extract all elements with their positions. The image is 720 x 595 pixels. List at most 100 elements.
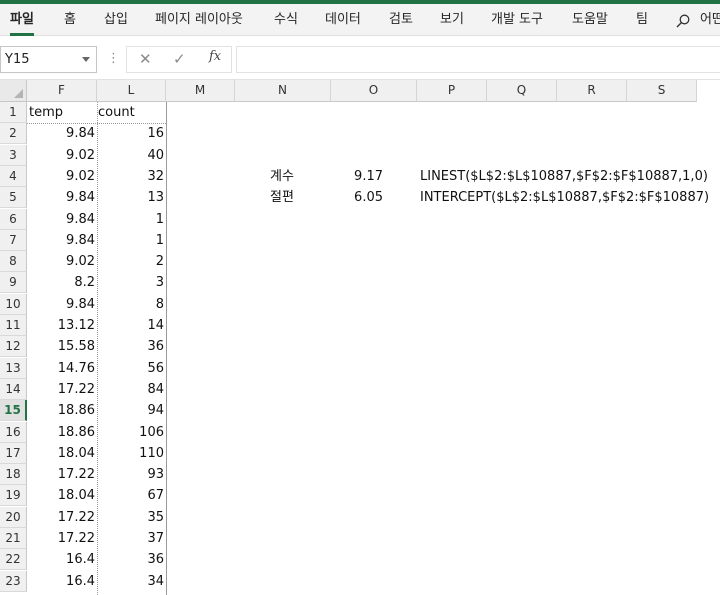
row-header-16[interactable]: 16 bbox=[0, 421, 27, 443]
cell-L23[interactable]: 34 bbox=[97, 571, 166, 592]
row-header-4[interactable]: 4 bbox=[0, 165, 27, 187]
tab-developer[interactable]: 개발 도구 bbox=[491, 4, 543, 36]
column-header-f[interactable]: F bbox=[27, 80, 97, 102]
cell-F23[interactable]: 16.4 bbox=[27, 571, 97, 592]
cell-L2[interactable]: 16 bbox=[97, 123, 166, 144]
row-header-22[interactable]: 22 bbox=[0, 549, 27, 571]
row-header-23[interactable]: 23 bbox=[0, 570, 27, 592]
cell-F21[interactable]: 17.22 bbox=[27, 528, 97, 549]
cell-L15[interactable]: 94 bbox=[97, 400, 166, 421]
cell-F16[interactable]: 18.86 bbox=[27, 422, 97, 443]
cell-F18[interactable]: 17.22 bbox=[27, 464, 97, 485]
name-box[interactable]: Y15 bbox=[0, 46, 97, 73]
cell-L10[interactable]: 8 bbox=[97, 294, 166, 315]
row-header-19[interactable]: 19 bbox=[0, 485, 27, 507]
cell-L7[interactable]: 1 bbox=[97, 230, 166, 251]
cell-L17[interactable]: 110 bbox=[97, 443, 166, 464]
cell-F14[interactable]: 17.22 bbox=[27, 379, 97, 400]
column-header-s[interactable]: S bbox=[627, 80, 697, 102]
row-header-1[interactable]: 1 bbox=[0, 102, 27, 123]
row-header-11[interactable]: 11 bbox=[0, 315, 27, 336]
row-header-7[interactable]: 7 bbox=[0, 229, 27, 251]
enter-icon[interactable]: ✓ bbox=[173, 47, 186, 72]
row-header-5[interactable]: 5 bbox=[0, 187, 27, 209]
cell-F15[interactable]: 18.86 bbox=[27, 400, 97, 421]
cell-L22[interactable]: 36 bbox=[97, 549, 166, 570]
row-header-9[interactable]: 9 bbox=[0, 272, 27, 294]
cell-F1[interactable]: temp bbox=[27, 102, 97, 123]
cell-O4[interactable]: 9.17 bbox=[333, 166, 385, 187]
cell-L11[interactable]: 14 bbox=[97, 315, 166, 336]
search-icon[interactable] bbox=[676, 14, 690, 28]
row-header-17[interactable]: 17 bbox=[0, 442, 27, 464]
cell-L20[interactable]: 35 bbox=[97, 507, 166, 528]
row-header-18[interactable]: 18 bbox=[0, 464, 27, 486]
cell-F7[interactable]: 9.84 bbox=[27, 230, 97, 251]
cell-F10[interactable]: 9.84 bbox=[27, 294, 97, 315]
column-header-q[interactable]: Q bbox=[487, 80, 557, 102]
row-header-12[interactable]: 12 bbox=[0, 336, 27, 358]
cell-F11[interactable]: 13.12 bbox=[27, 315, 97, 336]
cell-F22[interactable]: 16.4 bbox=[27, 549, 97, 570]
worksheet-grid[interactable]: FLMNOPQRS 1 2 3 4 5 6 7 8 9 10 11 12 13 14 15 16 17 18 19 2… bbox=[0, 80, 720, 595]
column-header-o[interactable]: O bbox=[331, 80, 417, 102]
tab-help[interactable]: 도움말 bbox=[572, 4, 608, 36]
tab-home[interactable]: 홈 bbox=[64, 4, 76, 36]
cancel-icon[interactable]: ✕ bbox=[139, 47, 152, 72]
cell-L6[interactable]: 1 bbox=[97, 209, 166, 230]
cell-F5[interactable]: 9.84 bbox=[27, 187, 97, 208]
cell-N4[interactable]: 계수 bbox=[268, 166, 318, 187]
cell-F3[interactable]: 9.02 bbox=[27, 145, 97, 166]
cell-L16[interactable]: 106 bbox=[97, 422, 166, 443]
cell-L1[interactable]: count bbox=[96, 102, 166, 123]
cell-F4[interactable]: 9.02 bbox=[27, 166, 97, 187]
column-header-n[interactable]: N bbox=[235, 80, 331, 102]
tab-file[interactable]: 파일 bbox=[10, 4, 34, 36]
tab-data[interactable]: 데이터 bbox=[325, 4, 361, 36]
cell-L14[interactable]: 84 bbox=[97, 379, 166, 400]
column-header-m[interactable]: M bbox=[166, 80, 235, 102]
select-all-button[interactable] bbox=[0, 80, 27, 102]
cell-L3[interactable]: 40 bbox=[97, 145, 166, 166]
cell-L19[interactable]: 67 bbox=[97, 485, 166, 506]
tab-formulas[interactable]: 수식 bbox=[274, 4, 298, 36]
cell-F8[interactable]: 9.02 bbox=[27, 251, 97, 272]
insert-function-icon[interactable]: fx bbox=[209, 49, 221, 64]
tell-me-label[interactable]: 어떤 bbox=[700, 4, 720, 36]
cell-L8[interactable]: 2 bbox=[97, 251, 166, 272]
column-header-r[interactable]: R bbox=[557, 80, 627, 102]
column-header-p[interactable]: P bbox=[417, 80, 487, 102]
row-header-13[interactable]: 13 bbox=[0, 357, 27, 379]
cell-P4[interactable]: LINEST($L$2:$L$10887,$F$2:$F$10887,1,0) bbox=[418, 166, 708, 187]
cell-L4[interactable]: 32 bbox=[97, 166, 166, 187]
tab-team[interactable]: 팀 bbox=[636, 4, 648, 36]
cell-L12[interactable]: 36 bbox=[97, 336, 166, 357]
column-header-l[interactable]: L bbox=[97, 80, 166, 102]
cell-F6[interactable]: 9.84 bbox=[27, 209, 97, 230]
row-header-6[interactable]: 6 bbox=[0, 208, 27, 230]
row-header-20[interactable]: 20 bbox=[0, 506, 27, 528]
cell-F12[interactable]: 15.58 bbox=[27, 336, 97, 357]
formula-input[interactable] bbox=[236, 46, 720, 73]
row-header-3[interactable]: 3 bbox=[0, 144, 27, 166]
tab-page-layout[interactable]: 페이지 레이아웃 bbox=[155, 4, 243, 36]
row-header-2[interactable]: 2 bbox=[0, 123, 27, 145]
cell-F19[interactable]: 18.04 bbox=[27, 485, 97, 506]
tab-review[interactable]: 검토 bbox=[389, 4, 413, 36]
cell-P5[interactable]: INTERCEPT($L$2:$L$10887,$F$2:$F$10887) bbox=[418, 187, 709, 208]
cell-F13[interactable]: 14.76 bbox=[27, 358, 97, 379]
row-header-10[interactable]: 10 bbox=[0, 293, 27, 315]
cell-F17[interactable]: 18.04 bbox=[27, 443, 97, 464]
cell-N5[interactable]: 절편 bbox=[268, 187, 318, 208]
drag-handle-icon[interactable]: ⋮ bbox=[107, 51, 120, 66]
chevron-down-icon[interactable] bbox=[82, 57, 90, 62]
cell-L18[interactable]: 93 bbox=[97, 464, 166, 485]
tab-view[interactable]: 보기 bbox=[440, 4, 464, 36]
cell-O5[interactable]: 6.05 bbox=[333, 187, 385, 208]
row-header-14[interactable]: 14 bbox=[0, 378, 27, 400]
cell-F9[interactable]: 8.2 bbox=[27, 272, 97, 293]
cell-L9[interactable]: 3 bbox=[97, 272, 166, 293]
tab-insert[interactable]: 삽입 bbox=[104, 4, 128, 36]
cell-F2[interactable]: 9.84 bbox=[27, 123, 97, 144]
row-header-21[interactable]: 21 bbox=[0, 528, 27, 549]
